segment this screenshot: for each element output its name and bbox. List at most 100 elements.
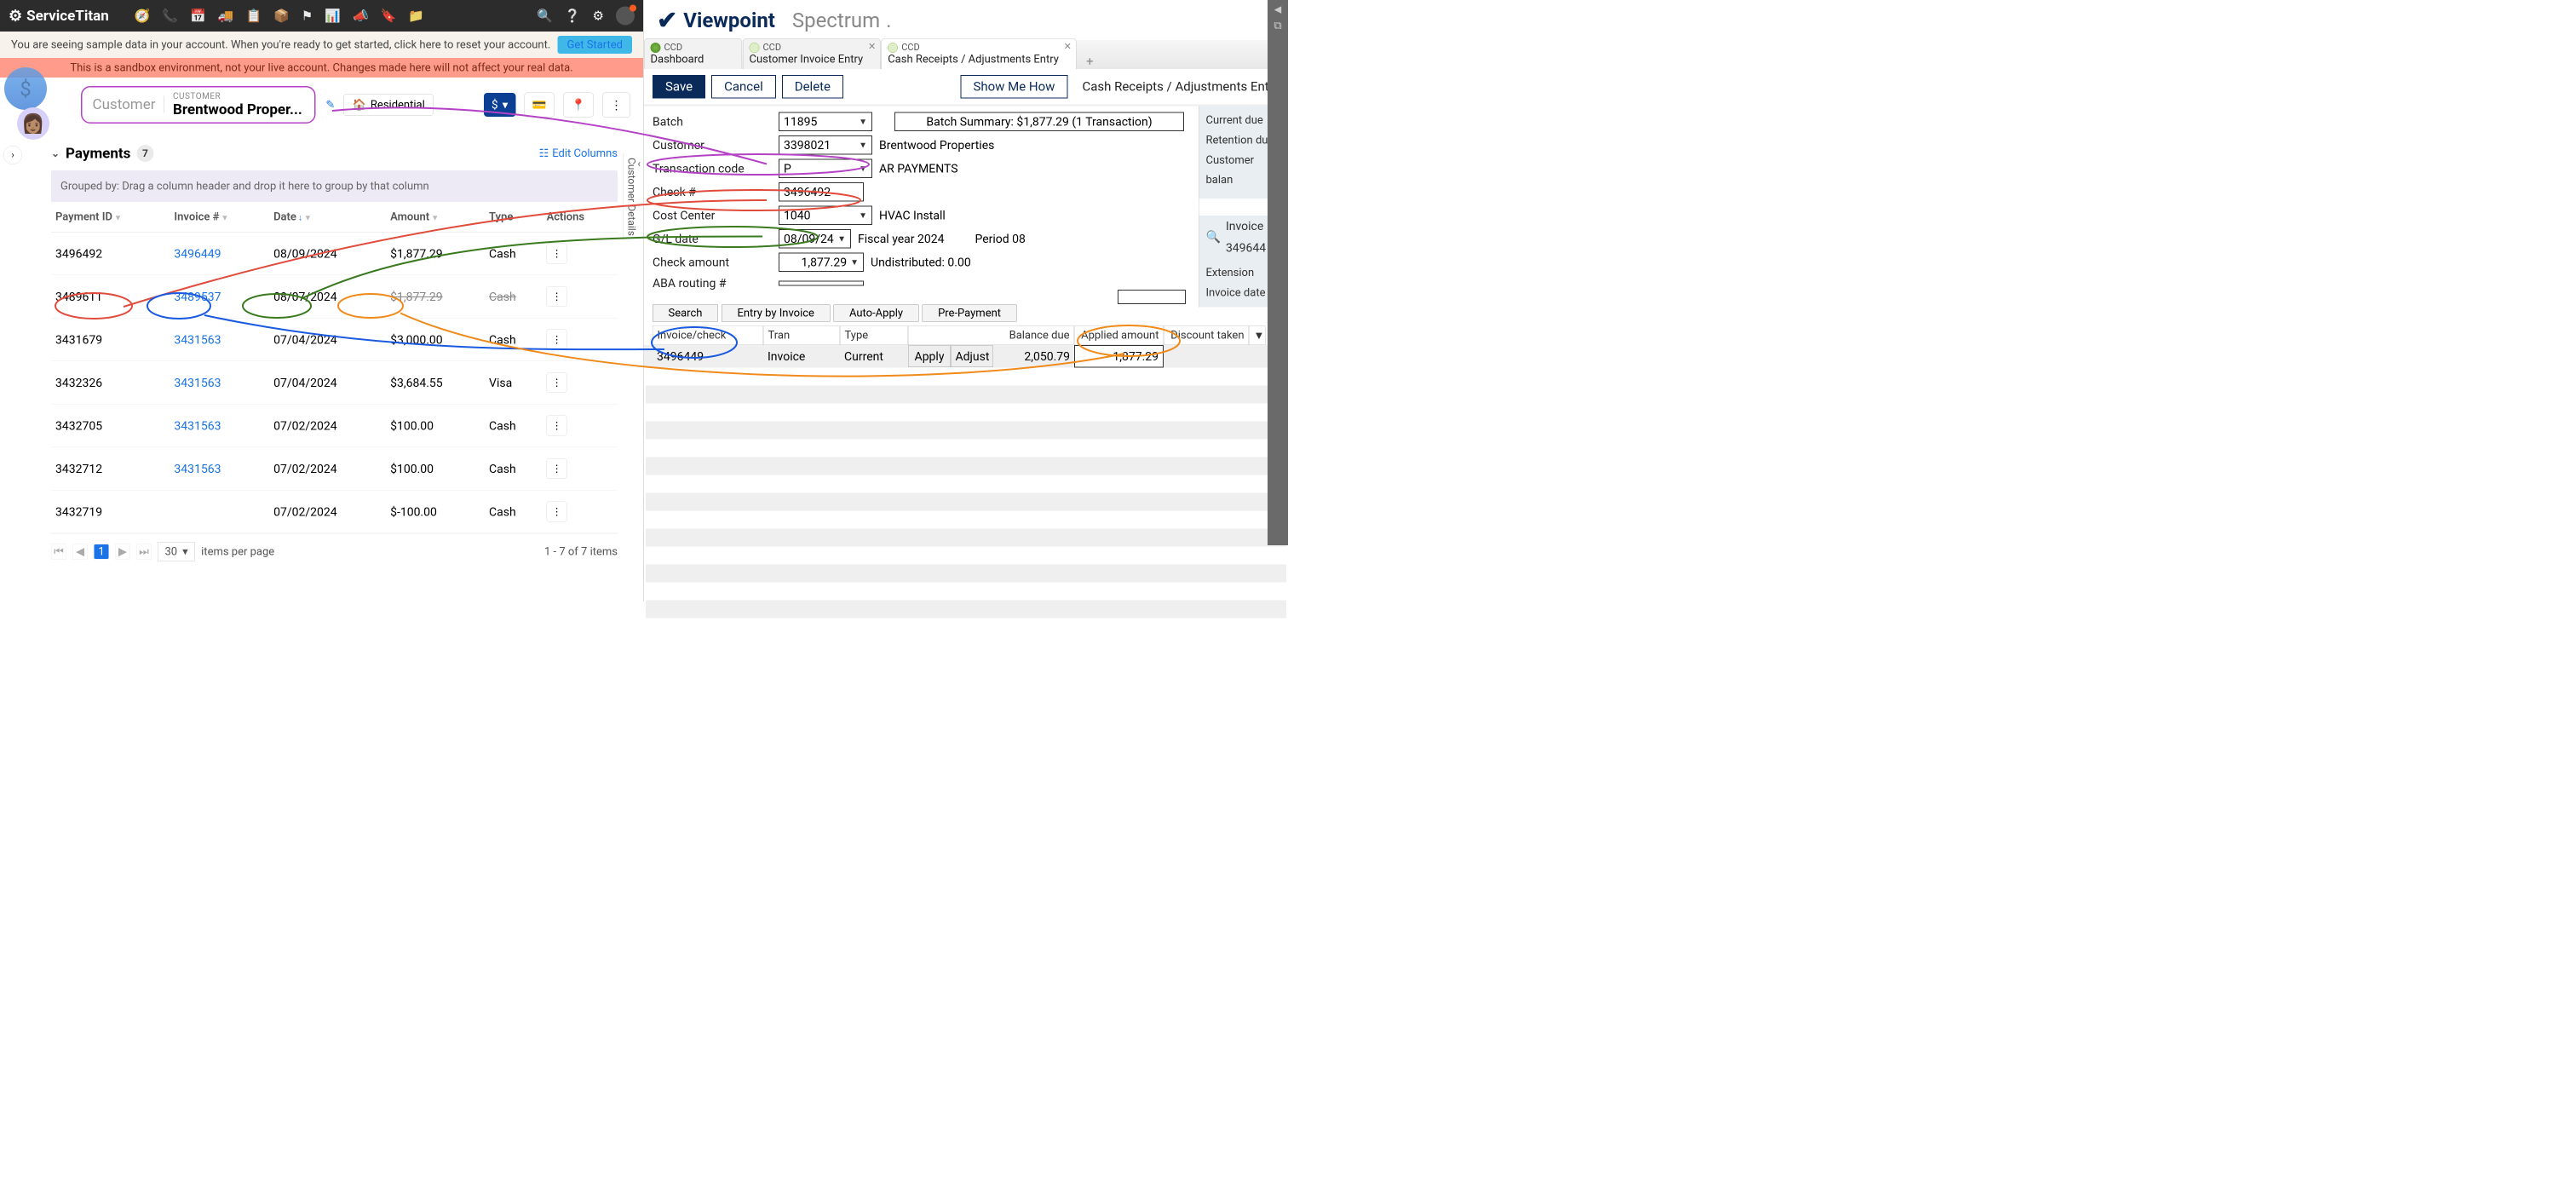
cancel-button[interactable]: Cancel xyxy=(711,75,776,99)
filter-icon[interactable]: ▾ xyxy=(433,212,437,222)
sort-down-icon[interactable]: ↓ xyxy=(298,212,302,222)
vp-tab[interactable]: CCDDashboard xyxy=(644,38,742,69)
cell-invoice[interactable]: 3489537 xyxy=(170,275,269,319)
col-balance-due[interactable]: Balance due xyxy=(908,326,1074,346)
panel-icon[interactable]: ⧉ xyxy=(1268,15,1288,33)
filter-icon[interactable]: ▾ xyxy=(222,212,227,222)
get-started-button[interactable]: Get Started xyxy=(558,36,632,54)
pager-first[interactable]: ⏮ xyxy=(51,544,66,560)
grid-row[interactable]: 3496449 Invoice Current Apply Adjust 2,0… xyxy=(644,345,1288,368)
bookmark-icon[interactable]: 🔖 xyxy=(381,9,397,24)
batch-field[interactable]: 11895▼ xyxy=(779,112,872,132)
more-button[interactable]: ⋮ xyxy=(602,92,630,118)
dropdown-icon[interactable]: ▼ xyxy=(850,257,859,268)
check-field[interactable]: 3496492 xyxy=(779,182,864,202)
phone-icon[interactable]: 📞 xyxy=(162,9,178,24)
gldate-field[interactable]: 08/09/24▼ xyxy=(779,229,851,249)
cell-actions[interactable]: ⋮ xyxy=(543,275,618,319)
costcenter-field[interactable]: 1040▼ xyxy=(779,206,872,226)
customer-details-tab[interactable]: ‹ Customer Details xyxy=(623,153,643,240)
cell-invoice[interactable] xyxy=(170,490,269,533)
cell-actions[interactable]: ⋮ xyxy=(543,232,618,275)
vp-brand[interactable]: ✔ Viewpoint Spectrum. xyxy=(657,6,891,36)
residential-chip[interactable]: 🏠Residential xyxy=(343,94,434,116)
cell-actions[interactable]: ⋮ xyxy=(543,490,618,533)
cell-actions[interactable]: ⋮ xyxy=(543,318,618,361)
delete-button[interactable]: Delete xyxy=(782,75,843,99)
globe-icon[interactable]: 🧭 xyxy=(135,9,151,24)
col-amount[interactable]: Amount▾ xyxy=(386,202,485,232)
help-icon[interactable]: ❔ xyxy=(565,9,581,24)
col-tran[interactable]: Tran xyxy=(763,326,840,346)
primary-action-button[interactable]: $▾ xyxy=(484,93,515,117)
chart-icon[interactable]: 📊 xyxy=(325,9,341,24)
truck-icon[interactable]: 🚚 xyxy=(218,9,234,24)
brand-logo[interactable]: ⚙ServiceTitan xyxy=(9,7,109,25)
customer-field[interactable]: 3398021▼ xyxy=(779,135,872,155)
col-dropdown[interactable]: ▼ xyxy=(1249,326,1266,346)
clipboard-icon[interactable]: 📋 xyxy=(245,9,262,24)
col-date[interactable]: Date↓▾ xyxy=(269,202,386,232)
add-tab-button[interactable]: + xyxy=(1077,55,1102,70)
dropdown-icon[interactable]: ▼ xyxy=(837,233,846,245)
pager-last[interactable]: ⏭ xyxy=(136,544,152,560)
cell-invoice[interactable]: 3431563 xyxy=(170,318,269,361)
grid-button-search[interactable]: Search xyxy=(653,305,718,322)
customer-pill[interactable]: Customer CUSTOMER Brentwood Proper... xyxy=(81,86,315,124)
table-row[interactable]: 3431679 3431563 07/04/2024 $3,000.00 Cas… xyxy=(51,318,618,361)
cell-actions[interactable]: ⋮ xyxy=(543,404,618,447)
tcode-field[interactable]: P▼ xyxy=(779,159,872,179)
calendar-icon[interactable]: 📅 xyxy=(190,9,206,24)
cell-invoice[interactable]: 3496449 xyxy=(170,232,269,275)
grid-search-field[interactable] xyxy=(1118,290,1186,304)
search-icon[interactable]: 🔍 xyxy=(537,9,553,24)
filter-icon[interactable]: ▾ xyxy=(306,212,310,222)
location-button[interactable]: 📍 xyxy=(563,93,594,118)
table-row[interactable]: 3432719 07/02/2024 $-100.00 Cash ⋮ xyxy=(51,490,618,533)
cell-invoice[interactable]: 3431563 xyxy=(170,447,269,491)
close-icon[interactable]: ✕ xyxy=(868,41,876,52)
table-row[interactable]: 3432705 3431563 07/02/2024 $100.00 Cash … xyxy=(51,404,618,447)
col-payment-id[interactable]: Payment ID▾ xyxy=(51,202,170,232)
flag-icon[interactable]: ⚑ xyxy=(302,9,313,24)
grid-button-auto-apply[interactable]: Auto-Apply xyxy=(833,305,918,322)
search-icon[interactable]: 🔍 xyxy=(1206,227,1221,248)
adjust-button[interactable]: Adjust xyxy=(951,346,993,368)
apply-button[interactable]: Apply xyxy=(908,346,951,368)
table-row[interactable]: 3496492 3496449 08/09/2024 $1,877.29 Cas… xyxy=(51,232,618,275)
settings-icon[interactable]: ⚙ xyxy=(593,9,604,24)
dropdown-icon[interactable]: ▼ xyxy=(859,140,867,151)
cell-actions[interactable]: ⋮ xyxy=(543,447,618,491)
collapse-icon[interactable]: ⌄ xyxy=(51,147,60,159)
close-icon[interactable]: ✕ xyxy=(1064,41,1072,52)
group-by-bar[interactable]: Grouped by: Drag a column header and dro… xyxy=(51,170,618,202)
box-icon[interactable]: 📦 xyxy=(273,9,290,24)
aba-field[interactable] xyxy=(779,280,864,285)
dropdown-icon[interactable]: ▼ xyxy=(859,117,867,128)
grid-button-entry-by-invoice[interactable]: Entry by Invoice xyxy=(722,305,831,322)
col-invoice-check[interactable]: Invoice/check xyxy=(653,326,763,346)
pager-current[interactable]: 1 xyxy=(94,544,109,560)
col-type[interactable]: Type xyxy=(485,202,543,232)
grid-button-pre-payment[interactable]: Pre-Payment xyxy=(923,305,1017,322)
col-applied-amount[interactable]: Applied amount xyxy=(1074,326,1164,346)
vp-tab[interactable]: CCDCustomer Invoice Entry✕ xyxy=(743,38,881,69)
cell-actions[interactable]: ⋮ xyxy=(543,361,618,405)
vp-tab[interactable]: CCDCash Receipts / Adjustments Entry✕ xyxy=(882,38,1077,69)
card-button[interactable]: 💳 xyxy=(524,93,555,118)
cell-applied[interactable]: 1,877.29 xyxy=(1074,345,1164,368)
user-avatar[interactable] xyxy=(616,7,635,26)
col-type[interactable]: Type xyxy=(840,326,908,346)
pager-prev[interactable]: ◀ xyxy=(72,544,88,560)
save-button[interactable]: Save xyxy=(653,75,705,99)
pager-next[interactable]: ▶ xyxy=(115,544,130,560)
cell-invoice[interactable]: 3431563 xyxy=(170,361,269,405)
chevron-left-icon[interactable]: ◀ xyxy=(1268,0,1288,15)
check-amount-field[interactable]: 1,877.29▼ xyxy=(779,253,864,273)
table-row[interactable]: 3432326 3431563 07/04/2024 $3,684.55 Vis… xyxy=(51,361,618,405)
edit-columns-link[interactable]: ☷Edit Columns xyxy=(539,147,618,160)
dropdown-icon[interactable]: ▼ xyxy=(859,164,867,175)
cell-invoice[interactable]: 3431563 xyxy=(170,404,269,447)
folder-icon[interactable]: 📁 xyxy=(408,9,424,24)
edit-icon[interactable]: ✎ xyxy=(325,99,335,112)
